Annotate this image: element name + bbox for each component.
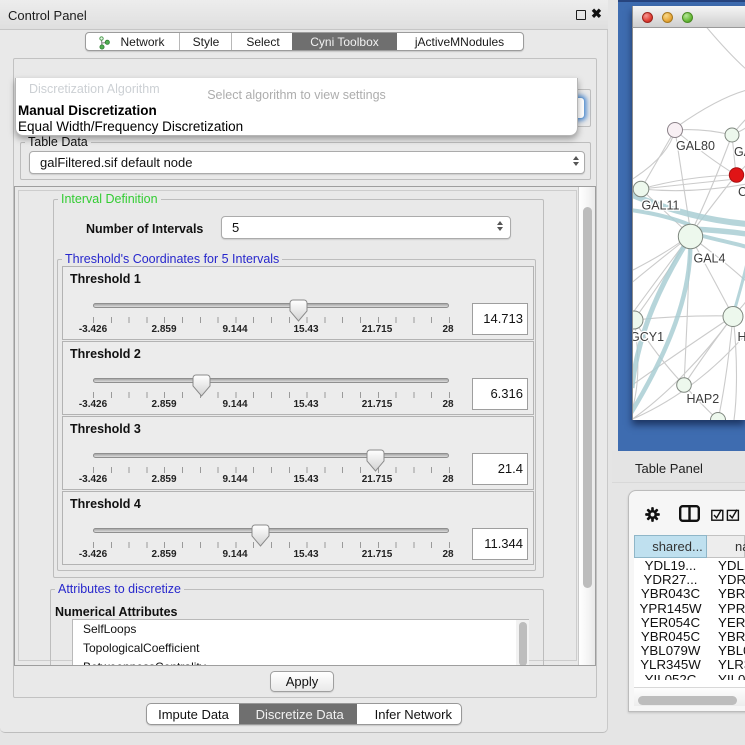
svg-text:HAP2: HAP2	[687, 392, 720, 406]
svg-text:C: C	[738, 185, 745, 199]
svg-text:GAL11: GAL11	[642, 199, 680, 213]
svg-text:GAL4: GAL4	[694, 252, 726, 266]
svg-text:GCY1: GCY1	[633, 330, 664, 344]
svg-text:H: H	[738, 330, 745, 344]
svg-text:GA: GA	[734, 145, 745, 159]
svg-text:GAL80: GAL80	[676, 139, 715, 153]
